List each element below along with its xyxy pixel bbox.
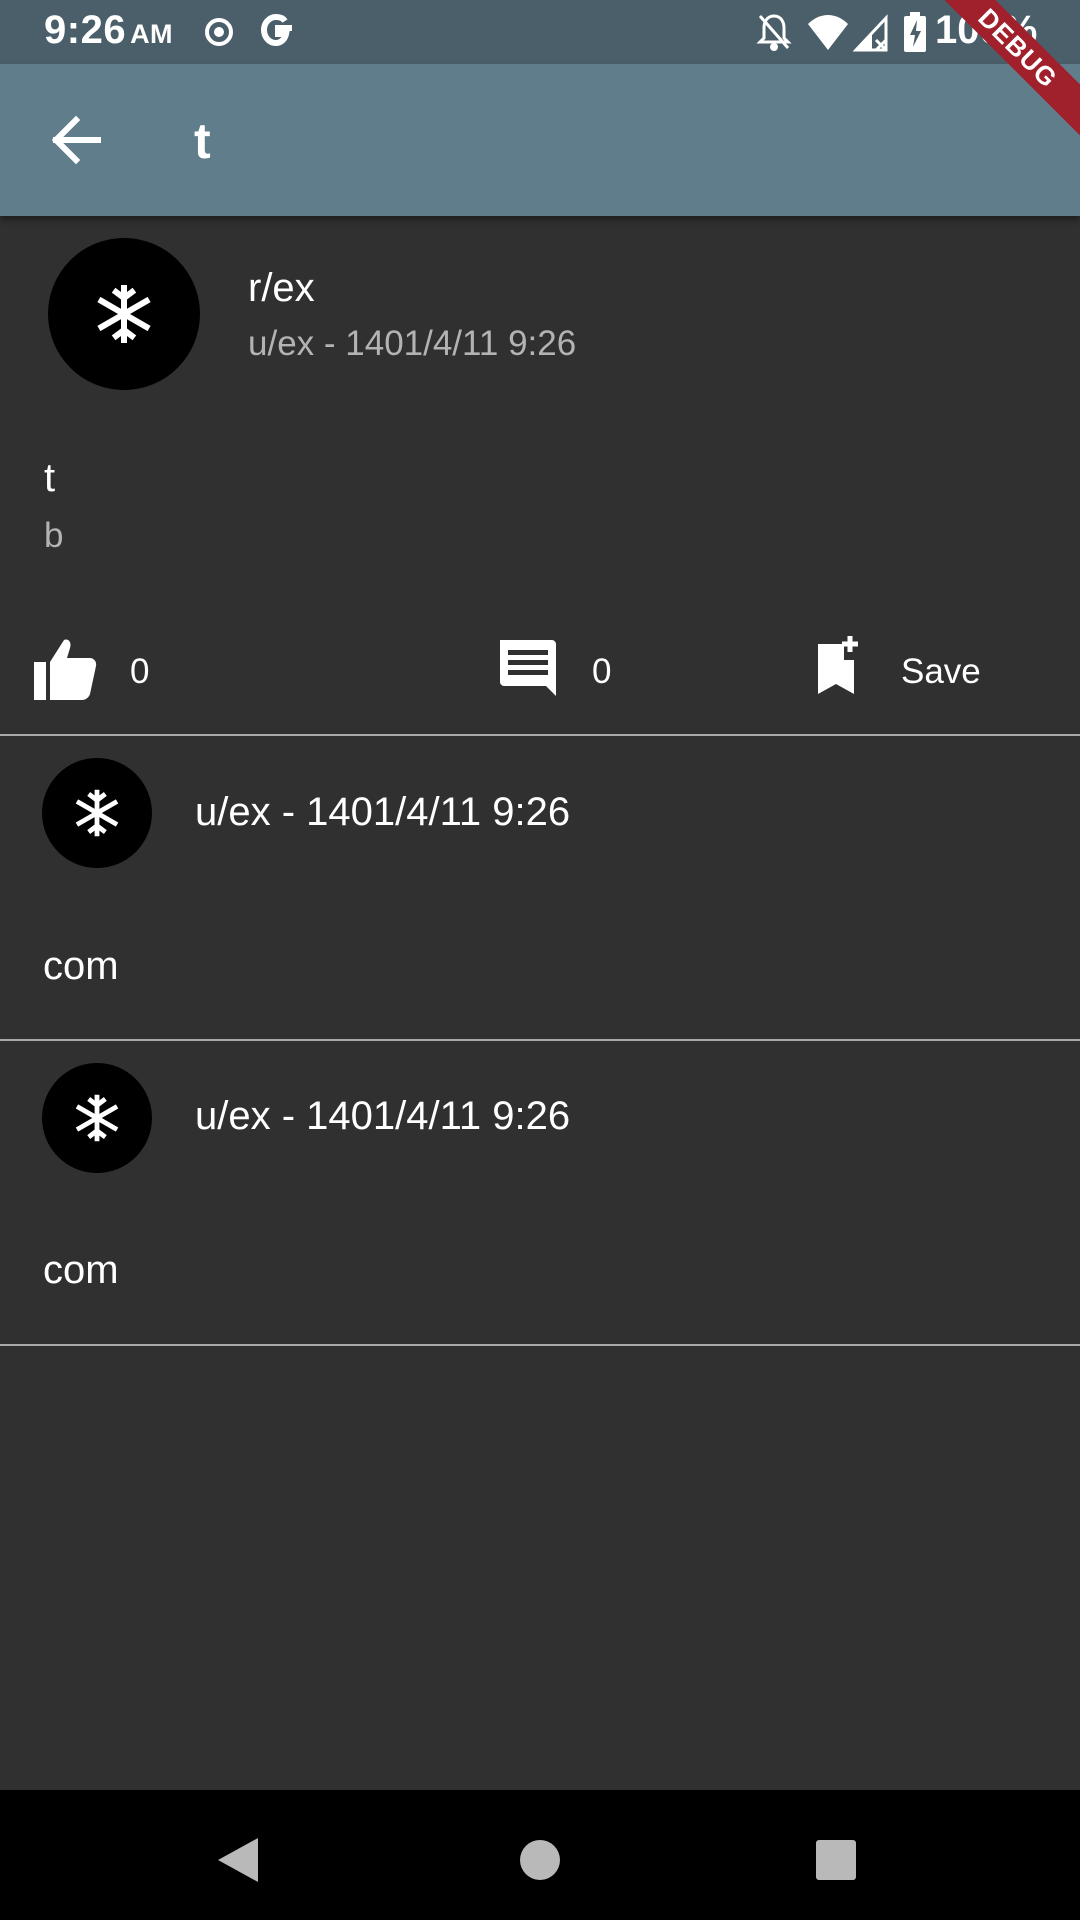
nav-home-button[interactable] (500, 1820, 580, 1900)
nav-back-button[interactable] (200, 1820, 280, 1900)
upvote-button[interactable]: 0 (30, 634, 230, 706)
divider (0, 1039, 1080, 1041)
comment-avatar[interactable] (42, 758, 152, 868)
arrow-back-icon (51, 115, 101, 165)
system-nav-bar (0, 1790, 1080, 1920)
back-button[interactable] (40, 104, 112, 176)
app-bar: t (0, 64, 1080, 216)
screen: 9:26 AM DEBUG t r/ex u/ex - 1401/4/11 9:… (0, 0, 1080, 1920)
status-time: 9:26 AM (44, 8, 173, 53)
circle-home-icon (520, 1840, 560, 1880)
status-time-value: 9:26 (44, 8, 127, 52)
snowflake-icon (75, 789, 119, 837)
triangle-back-icon (218, 1838, 258, 1882)
post-body: b (44, 516, 64, 555)
notifications-off-icon (756, 10, 792, 59)
comment-body: com (43, 944, 119, 988)
post-meta: u/ex - 1401/4/11 9:26 (248, 324, 577, 363)
battery-charging-icon (902, 10, 928, 59)
comment-meta: u/ex - 1401/4/11 9:26 (195, 790, 571, 834)
snowflake-icon (75, 1094, 119, 1142)
comment-avatar[interactable] (42, 1063, 152, 1173)
upvote-count: 0 (130, 652, 150, 691)
divider (0, 1344, 1080, 1346)
comment-meta: u/ex - 1401/4/11 9:26 (195, 1094, 571, 1138)
status-bar: 9:26 AM (0, 0, 1080, 64)
wifi-icon (806, 10, 850, 59)
square-recents-icon (816, 1840, 856, 1880)
comments-button[interactable]: 0 (498, 634, 698, 706)
location-icon (202, 10, 236, 59)
comment-count: 0 (592, 652, 612, 691)
comment-icon (500, 640, 556, 696)
page-title: t (194, 113, 211, 169)
comment-body: com (43, 1248, 119, 1292)
post-title: t (44, 456, 56, 500)
subreddit-avatar[interactable] (48, 238, 200, 390)
divider (0, 734, 1080, 736)
post-subreddit[interactable]: r/ex (248, 266, 315, 311)
bookmark-add-icon (818, 636, 858, 694)
save-button[interactable]: Save (814, 634, 1014, 706)
cell-signal-icon (852, 10, 892, 59)
google-icon (258, 6, 298, 59)
thumb-up-icon (34, 639, 97, 700)
save-label: Save (901, 652, 981, 691)
snowflake-icon (97, 285, 151, 343)
nav-recents-button[interactable] (796, 1820, 876, 1900)
status-time-ampm: AM (130, 19, 174, 49)
